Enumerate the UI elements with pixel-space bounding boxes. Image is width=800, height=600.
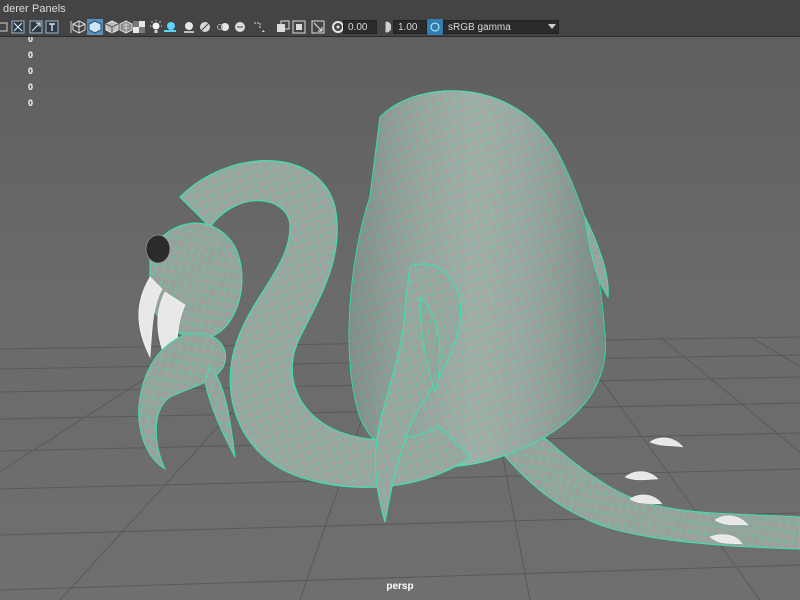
- camera-name-label: persp: [386, 581, 414, 592]
- motion-blur-icon[interactable]: [181, 19, 197, 35]
- xray-joints-icon[interactable]: [291, 19, 307, 35]
- menu-panels[interactable]: Panels: [29, 0, 69, 18]
- isolate-select-icon[interactable]: [232, 19, 248, 35]
- hud-count-tris: 0: [28, 82, 34, 92]
- 2d-pan-zoom-icon[interactable]: [44, 19, 60, 35]
- screen-space-ambient-occlusion-icon[interactable]: [162, 19, 178, 35]
- chevron-down-icon: [548, 24, 556, 29]
- hud-count-edges: 0: [28, 50, 34, 60]
- menu-renderer[interactable]: derer: [0, 0, 32, 18]
- hud-count-faces: 0: [28, 66, 34, 76]
- exposure-field[interactable]: 0.00: [343, 20, 377, 34]
- gamma-field[interactable]: 1.00: [393, 20, 427, 34]
- panel-toolbar: 0.00 1.00 sRGB gamma: [0, 18, 800, 37]
- backface-culling-icon[interactable]: [310, 19, 326, 35]
- use-all-lights-icon[interactable]: [131, 19, 147, 35]
- hud-count-verts: 0: [28, 37, 34, 44]
- depth-of-field-icon[interactable]: [215, 19, 231, 35]
- smooth-shade-icon[interactable]: [87, 19, 103, 35]
- gamma-icon[interactable]: [378, 19, 394, 35]
- panel-menu-bar: derer Panels: [0, 0, 800, 18]
- hud-count-uvs: 0: [28, 98, 34, 108]
- maya-viewport-window: derer Panels 0.00 1.00 sRGB gamma 0 0 0 …: [0, 0, 800, 600]
- color-space-dropdown[interactable]: sRGB gamma: [443, 20, 559, 34]
- camera-attributes-icon[interactable]: [0, 19, 10, 35]
- perspective-viewport[interactable]: 0 0 0 0 0 persp: [0, 37, 800, 600]
- wireframe-icon[interactable]: [71, 19, 87, 35]
- image-plane-icon[interactable]: [28, 19, 44, 35]
- multisample-antialiasing-icon[interactable]: [197, 19, 213, 35]
- bookmark-icon[interactable]: [10, 19, 26, 35]
- xray-active-components-icon[interactable]: [275, 19, 291, 35]
- mesh-eye: [145, 234, 171, 264]
- color-management-icon[interactable]: [427, 19, 443, 35]
- viewport-scene: [0, 90, 800, 600]
- xray-icon[interactable]: [252, 19, 268, 35]
